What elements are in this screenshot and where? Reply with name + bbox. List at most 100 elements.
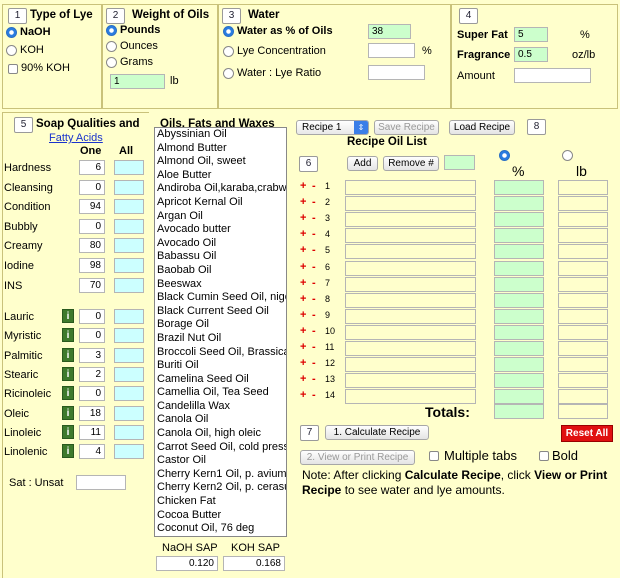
oil-list-item[interactable]: Borage Oil bbox=[155, 318, 286, 332]
recipe-lb-input[interactable] bbox=[558, 196, 608, 212]
minus-button[interactable]: - bbox=[312, 212, 316, 224]
oil-list-item[interactable]: Castor Oil bbox=[155, 454, 286, 468]
minus-button[interactable]: - bbox=[312, 373, 316, 385]
oil-list-item[interactable]: Black Cumin Seed Oil, nigell bbox=[155, 291, 286, 305]
water-ratio-radio[interactable] bbox=[223, 68, 234, 79]
minus-button[interactable]: - bbox=[312, 293, 316, 305]
recipe-lb-input[interactable] bbox=[558, 341, 608, 356]
minus-button[interactable]: - bbox=[312, 196, 316, 208]
load-recipe-button[interactable]: Load Recipe bbox=[449, 120, 515, 135]
oil-list-item[interactable]: Abyssinian Oil bbox=[155, 128, 286, 142]
recipe-lb-input[interactable] bbox=[558, 308, 608, 324]
minus-button[interactable]: - bbox=[312, 261, 316, 273]
oil-list-item[interactable]: Canola Oil bbox=[155, 413, 286, 427]
oil-list-item[interactable]: Candelilla Wax bbox=[155, 400, 286, 414]
fatty-acids-link[interactable]: Fatty Acids bbox=[49, 132, 103, 144]
oil-list-item[interactable]: Argan Oil bbox=[155, 210, 286, 224]
oil-list-item[interactable]: Cherry Kern2 Oil, p. cerasus bbox=[155, 481, 286, 495]
oil-list-item[interactable]: Avocado butter bbox=[155, 223, 286, 237]
minus-button[interactable]: - bbox=[312, 228, 316, 240]
info-icon[interactable]: i bbox=[62, 444, 74, 459]
oil-list-item[interactable]: Chicken Fat bbox=[155, 495, 286, 509]
bold-checkbox[interactable] bbox=[539, 451, 549, 461]
minus-button[interactable]: - bbox=[312, 180, 316, 192]
oil-list-item[interactable]: Beeswax bbox=[155, 278, 286, 292]
plus-button[interactable]: + bbox=[300, 244, 306, 256]
info-icon[interactable]: i bbox=[62, 424, 74, 439]
minus-button[interactable]: - bbox=[312, 357, 316, 369]
oil-list-item[interactable]: Andiroba Oil,karaba,crabwo bbox=[155, 182, 286, 196]
plus-button[interactable]: + bbox=[300, 293, 306, 305]
recipe-lb-input[interactable] bbox=[558, 260, 608, 276]
lye-conc-input[interactable] bbox=[368, 43, 415, 58]
lb-mode-radio[interactable] bbox=[562, 150, 573, 161]
lye-conc-radio[interactable] bbox=[223, 46, 234, 57]
recipe-lb-input[interactable] bbox=[558, 180, 608, 195]
add-button[interactable]: Add bbox=[347, 156, 378, 171]
oil-list-item[interactable]: Buriti Oil bbox=[155, 359, 286, 373]
save-recipe-button[interactable]: Save Recipe bbox=[374, 120, 439, 135]
recipe-lb-input[interactable] bbox=[558, 373, 608, 389]
recipe-lb-input[interactable] bbox=[558, 357, 608, 373]
oil-list-item[interactable]: Almond Oil, sweet bbox=[155, 155, 286, 169]
oil-list-item[interactable]: Carrot Seed Oil, cold presse bbox=[155, 441, 286, 455]
oil-list-item[interactable]: Baobab Oil bbox=[155, 264, 286, 278]
recipe-pct-input[interactable] bbox=[494, 373, 544, 389]
minus-button[interactable]: - bbox=[312, 277, 316, 289]
reset-all-button[interactable]: Reset All bbox=[561, 425, 613, 442]
oil-weight-input[interactable]: 1 bbox=[110, 74, 165, 89]
plus-button[interactable]: + bbox=[300, 325, 306, 337]
plus-button[interactable]: + bbox=[300, 357, 306, 369]
minus-button[interactable]: - bbox=[312, 325, 316, 337]
90-koh-checkbox[interactable] bbox=[8, 64, 18, 74]
recipe-lb-input[interactable] bbox=[558, 389, 608, 405]
minus-button[interactable]: - bbox=[312, 244, 316, 256]
recipe-lb-input[interactable] bbox=[558, 292, 608, 308]
info-icon[interactable]: i bbox=[62, 328, 74, 343]
plus-button[interactable]: + bbox=[300, 309, 306, 321]
pounds-radio[interactable] bbox=[106, 25, 117, 36]
recipe-pct-input[interactable] bbox=[494, 244, 544, 260]
plus-button[interactable]: + bbox=[300, 261, 306, 273]
recipe-pct-input[interactable] bbox=[494, 196, 544, 212]
remove-number-input[interactable] bbox=[444, 155, 475, 170]
ounces-radio[interactable] bbox=[106, 41, 117, 52]
info-icon[interactable]: i bbox=[62, 366, 74, 381]
oil-list-item[interactable]: Coconut Oil, 76 deg bbox=[155, 522, 286, 536]
oil-list-item[interactable]: Canola Oil, high oleic bbox=[155, 427, 286, 441]
plus-button[interactable]: + bbox=[300, 212, 306, 224]
oil-list-item[interactable]: Broccoli Seed Oil, Brassica O bbox=[155, 346, 286, 360]
minus-button[interactable]: - bbox=[312, 341, 316, 353]
recipe-pct-input[interactable] bbox=[494, 341, 544, 356]
superfat-input[interactable]: 5 bbox=[514, 27, 548, 42]
info-icon[interactable]: i bbox=[62, 347, 74, 362]
recipe-pct-input[interactable] bbox=[494, 276, 544, 292]
amount-input[interactable] bbox=[514, 68, 591, 83]
view-print-button[interactable]: 2. View or Print Recipe bbox=[300, 450, 415, 465]
water-pct-input[interactable]: 38 bbox=[368, 24, 411, 39]
plus-button[interactable]: + bbox=[300, 389, 306, 401]
recipe-pct-input[interactable] bbox=[494, 260, 544, 276]
recipe-pct-input[interactable] bbox=[494, 308, 544, 324]
calculate-recipe-button[interactable]: 1. Calculate Recipe bbox=[325, 425, 429, 440]
plus-button[interactable]: + bbox=[300, 180, 306, 192]
recipe-pct-input[interactable] bbox=[494, 228, 544, 244]
oil-list-item[interactable]: Black Current Seed Oil bbox=[155, 305, 286, 319]
plus-button[interactable]: + bbox=[300, 196, 306, 208]
recipe-lb-input[interactable] bbox=[558, 324, 608, 340]
recipe-pct-input[interactable] bbox=[494, 180, 544, 195]
recipe-pct-input[interactable] bbox=[494, 324, 544, 340]
recipe-pct-input[interactable] bbox=[494, 357, 544, 373]
plus-button[interactable]: + bbox=[300, 373, 306, 385]
plus-button[interactable]: + bbox=[300, 341, 306, 353]
oil-list-item[interactable]: Avocado Oil bbox=[155, 237, 286, 251]
oil-list-item[interactable]: Aloe Butter bbox=[155, 169, 286, 183]
water-ratio-input[interactable] bbox=[368, 65, 425, 80]
recipe-select[interactable]: Recipe 1 ⇕ bbox=[296, 120, 369, 135]
oil-list-item[interactable]: Camelina Seed Oil bbox=[155, 373, 286, 387]
percent-mode-radio[interactable] bbox=[499, 150, 510, 161]
plus-button[interactable]: + bbox=[300, 228, 306, 240]
multiple-tabs-checkbox[interactable] bbox=[429, 451, 439, 461]
koh-radio[interactable] bbox=[6, 45, 17, 56]
recipe-lb-input[interactable] bbox=[558, 212, 608, 228]
